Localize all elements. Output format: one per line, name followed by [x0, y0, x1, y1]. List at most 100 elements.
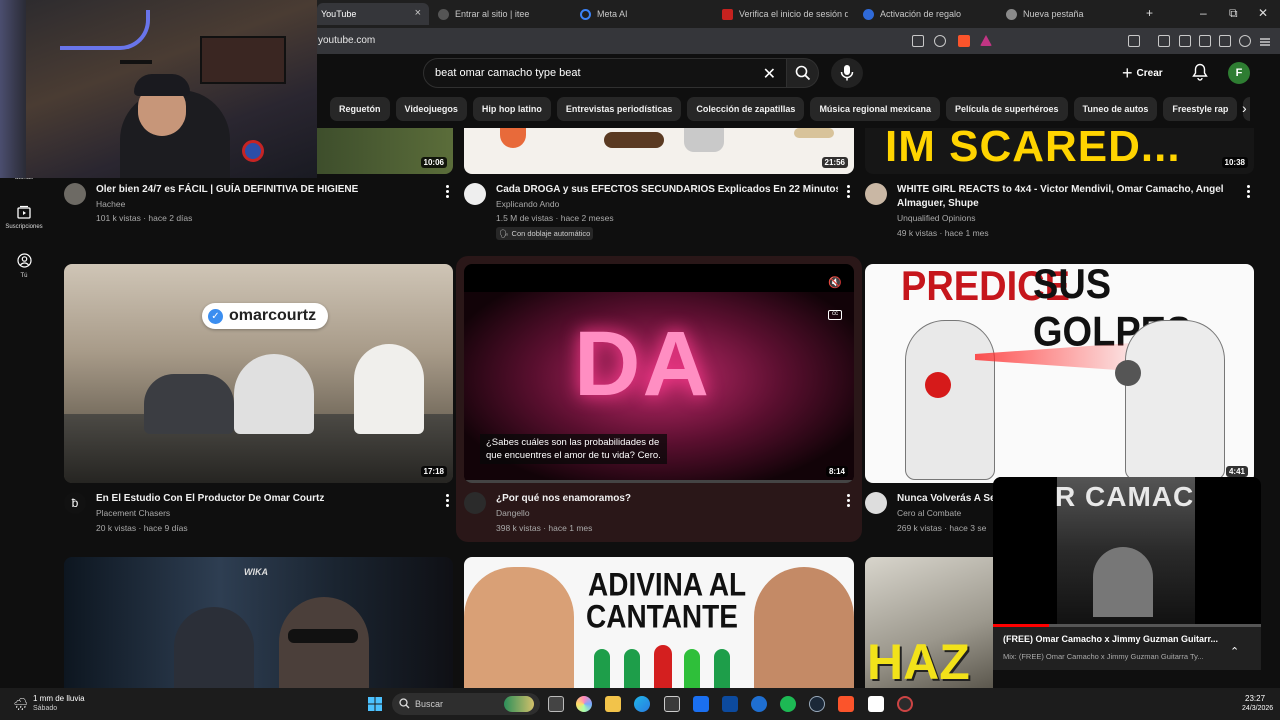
- video-title[interactable]: WHITE GIRL REACTS to 4x4 - Victor Mendiv…: [897, 183, 1232, 196]
- nav-item-you[interactable]: Tú: [0, 253, 48, 279]
- edge-icon[interactable]: [634, 696, 650, 712]
- video-thumbnail[interactable]: ✓ omarcourtz 17:18: [64, 264, 453, 483]
- tab-meta-ai[interactable]: Meta AI: [580, 3, 710, 25]
- miniplayer-progress[interactable]: [993, 624, 1261, 627]
- chip-interviews[interactable]: Entrevistas periodísticas: [556, 97, 682, 121]
- close-window-button[interactable]: ✕: [1258, 6, 1268, 20]
- clock-time[interactable]: 23:27: [1245, 694, 1265, 703]
- nav-item-subscriptions[interactable]: Suscripciones: [0, 205, 48, 230]
- video-title[interactable]: En El Estudio Con El Productor De Omar C…: [96, 492, 436, 505]
- chip-latin-hiphop[interactable]: Hip hop latino: [472, 97, 551, 121]
- brave-rewards-icon[interactable]: [980, 35, 992, 46]
- chevron-up-icon[interactable]: ⌃: [1230, 645, 1239, 658]
- video-thumbnail[interactable]: 10:06: [300, 128, 453, 174]
- obs-icon[interactable]: [897, 696, 913, 712]
- notifications-bell-icon[interactable]: [1192, 63, 1208, 81]
- video-title-line2[interactable]: Almaguer, Shupe: [897, 197, 1232, 210]
- media-icon[interactable]: [1158, 35, 1170, 47]
- video-title[interactable]: Oler bien 24/7 es FÁCIL | GUÍA DEFINITIV…: [96, 183, 436, 196]
- dropbox-icon[interactable]: [693, 696, 709, 712]
- task-view-icon[interactable]: [548, 696, 564, 712]
- video-thumbnail[interactable]: ADIVINA AL CANTANTE: [464, 557, 854, 688]
- channel-avatar[interactable]: [865, 492, 887, 514]
- video-thumbnail[interactable]: IM SCARED... 10:38: [865, 128, 1254, 174]
- tab-youtube[interactable]: YouTube ×: [317, 3, 429, 25]
- restore-button[interactable]: ⧉: [1229, 6, 1238, 21]
- tab-gift[interactable]: Activación de regalo: [863, 3, 993, 25]
- create-button[interactable]: + Crear: [1122, 60, 1182, 86]
- weather-text[interactable]: 1 mm de lluvia: [33, 694, 85, 703]
- search-button[interactable]: [787, 58, 819, 88]
- more-options-icon[interactable]: [847, 185, 851, 200]
- channel-avatar[interactable]: [464, 492, 486, 514]
- video-title[interactable]: Nunca Volverás A Se: [897, 492, 993, 505]
- search-input[interactable]: beat omar camacho type beat ✕: [423, 58, 787, 88]
- video-thumbnail[interactable]: WIKA: [64, 557, 453, 688]
- clear-search-icon[interactable]: ✕: [763, 64, 776, 84]
- security-icon[interactable]: [722, 696, 738, 712]
- brave-shield-icon[interactable]: [958, 35, 970, 47]
- chip-sneakers[interactable]: Colección de zapatillas: [687, 97, 805, 121]
- captions-icon[interactable]: cc: [828, 310, 842, 320]
- rain-cloud-icon[interactable]: 🌧: [13, 697, 28, 711]
- share-icon[interactable]: [934, 35, 946, 47]
- capcut-icon[interactable]: [868, 696, 884, 712]
- channel-name[interactable]: Hachee: [96, 199, 125, 209]
- channel-name[interactable]: Explicando Ando: [496, 199, 559, 209]
- sidebar-icon[interactable]: [1179, 35, 1191, 47]
- channel-name[interactable]: Unqualified Opinions: [897, 213, 975, 223]
- chip-reggaeton[interactable]: Reguetón: [330, 97, 390, 121]
- extensions-icon[interactable]: [1128, 35, 1140, 47]
- brave-icon[interactable]: [838, 696, 854, 712]
- mute-icon[interactable]: 🔇: [828, 276, 842, 289]
- video-thumbnail[interactable]: PREDICE SUS GOLPES 4:41: [865, 264, 1254, 483]
- channel-avatar[interactable]: [865, 183, 887, 205]
- voice-search-button[interactable]: [831, 58, 863, 88]
- chip-freestyle-rap[interactable]: Freestyle rap: [1163, 97, 1238, 121]
- video-thumbnail[interactable]: HAZ: [865, 557, 993, 688]
- more-options-icon[interactable]: [847, 494, 851, 509]
- tab-gmail[interactable]: Verifica el inicio de sesión de D: [722, 3, 848, 25]
- video-thumbnail[interactable]: 21:56: [464, 128, 854, 174]
- wallet-icon[interactable]: [1199, 35, 1211, 47]
- vpn-app-icon[interactable]: [751, 696, 767, 712]
- miniplayer[interactable]: R CAMACH (FREE) Omar Camacho x Jimmy Guz…: [993, 477, 1261, 670]
- spotify-icon[interactable]: [780, 696, 796, 712]
- video-title[interactable]: Cada DROGA y sus EFECTOS SECUNDARIOS Exp…: [496, 183, 838, 196]
- video-title[interactable]: ¿Por qué nos enamoramos?: [496, 492, 836, 505]
- close-tab-icon[interactable]: ×: [415, 7, 421, 19]
- vpn-icon[interactable]: [1219, 35, 1231, 47]
- miniplayer-title[interactable]: (FREE) Omar Camacho x Jimmy Guzman Guita…: [1003, 634, 1218, 644]
- channel-avatar[interactable]: ƀ: [64, 492, 86, 514]
- account-avatar[interactable]: F: [1228, 62, 1250, 84]
- video-preview-player[interactable]: DA 🔇 cc ¿Sabes cuáles son las probabilid…: [464, 264, 854, 483]
- taskbar-search[interactable]: Buscar: [392, 693, 540, 715]
- channel-avatar[interactable]: [464, 183, 486, 205]
- channel-name[interactable]: Cero al Combate: [897, 508, 961, 518]
- url-field[interactable]: youtube.com: [318, 35, 375, 46]
- channel-avatar[interactable]: [64, 183, 86, 205]
- channel-name[interactable]: Dangello: [496, 508, 530, 518]
- windows-start-icon[interactable]: [367, 696, 383, 712]
- tab-new[interactable]: Nueva pestaña: [1006, 3, 1136, 25]
- new-tab-button[interactable]: +: [1146, 6, 1153, 20]
- tab-itee[interactable]: Entrar al sitio | itee: [438, 3, 568, 25]
- channel-name[interactable]: Placement Chasers: [96, 508, 170, 518]
- microsoft-store-icon[interactable]: [664, 696, 680, 712]
- more-options-icon[interactable]: [446, 494, 450, 509]
- more-options-icon[interactable]: [446, 185, 450, 200]
- cast-icon[interactable]: [912, 35, 924, 47]
- shield-vpn-icon[interactable]: [1239, 35, 1251, 47]
- chip-videogames[interactable]: Videojuegos: [395, 97, 467, 121]
- copilot-icon[interactable]: [576, 696, 592, 712]
- menu-icon[interactable]: [1259, 35, 1271, 47]
- chip-superhero-movies[interactable]: Película de superhéroes: [945, 97, 1068, 121]
- more-options-icon[interactable]: [1247, 185, 1251, 200]
- steam-icon[interactable]: [809, 696, 825, 712]
- file-explorer-icon[interactable]: [605, 696, 621, 712]
- minimize-button[interactable]: –: [1200, 6, 1207, 20]
- chevron-right-icon[interactable]: ›: [1242, 100, 1247, 116]
- preview-progress[interactable]: [464, 480, 854, 483]
- chip-regional-mexican[interactable]: Música regional mexicana: [810, 97, 940, 121]
- miniplayer-video[interactable]: R CAMACH: [993, 477, 1261, 625]
